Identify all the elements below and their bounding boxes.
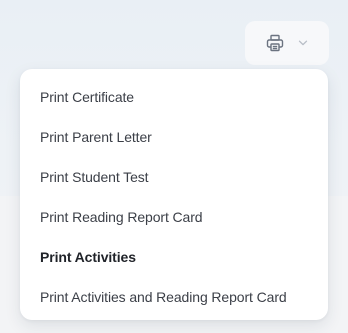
- menu-item-print-student-test[interactable]: Print Student Test: [20, 157, 328, 197]
- menu-item-print-activities-and-reading-report-card[interactable]: Print Activities and Reading Report Card: [20, 277, 328, 317]
- print-menu-button[interactable]: [245, 21, 329, 65]
- printer-icon: [266, 34, 284, 52]
- menu-item-print-parent-letter[interactable]: Print Parent Letter: [20, 117, 328, 157]
- chevron-down-icon: [298, 40, 308, 46]
- print-options-menu: Print Certificate Print Parent Letter Pr…: [20, 69, 328, 320]
- menu-item-print-certificate[interactable]: Print Certificate: [20, 77, 328, 117]
- menu-item-print-activities[interactable]: Print Activities: [20, 237, 328, 277]
- menu-item-print-reading-report-card[interactable]: Print Reading Report Card: [20, 197, 328, 237]
